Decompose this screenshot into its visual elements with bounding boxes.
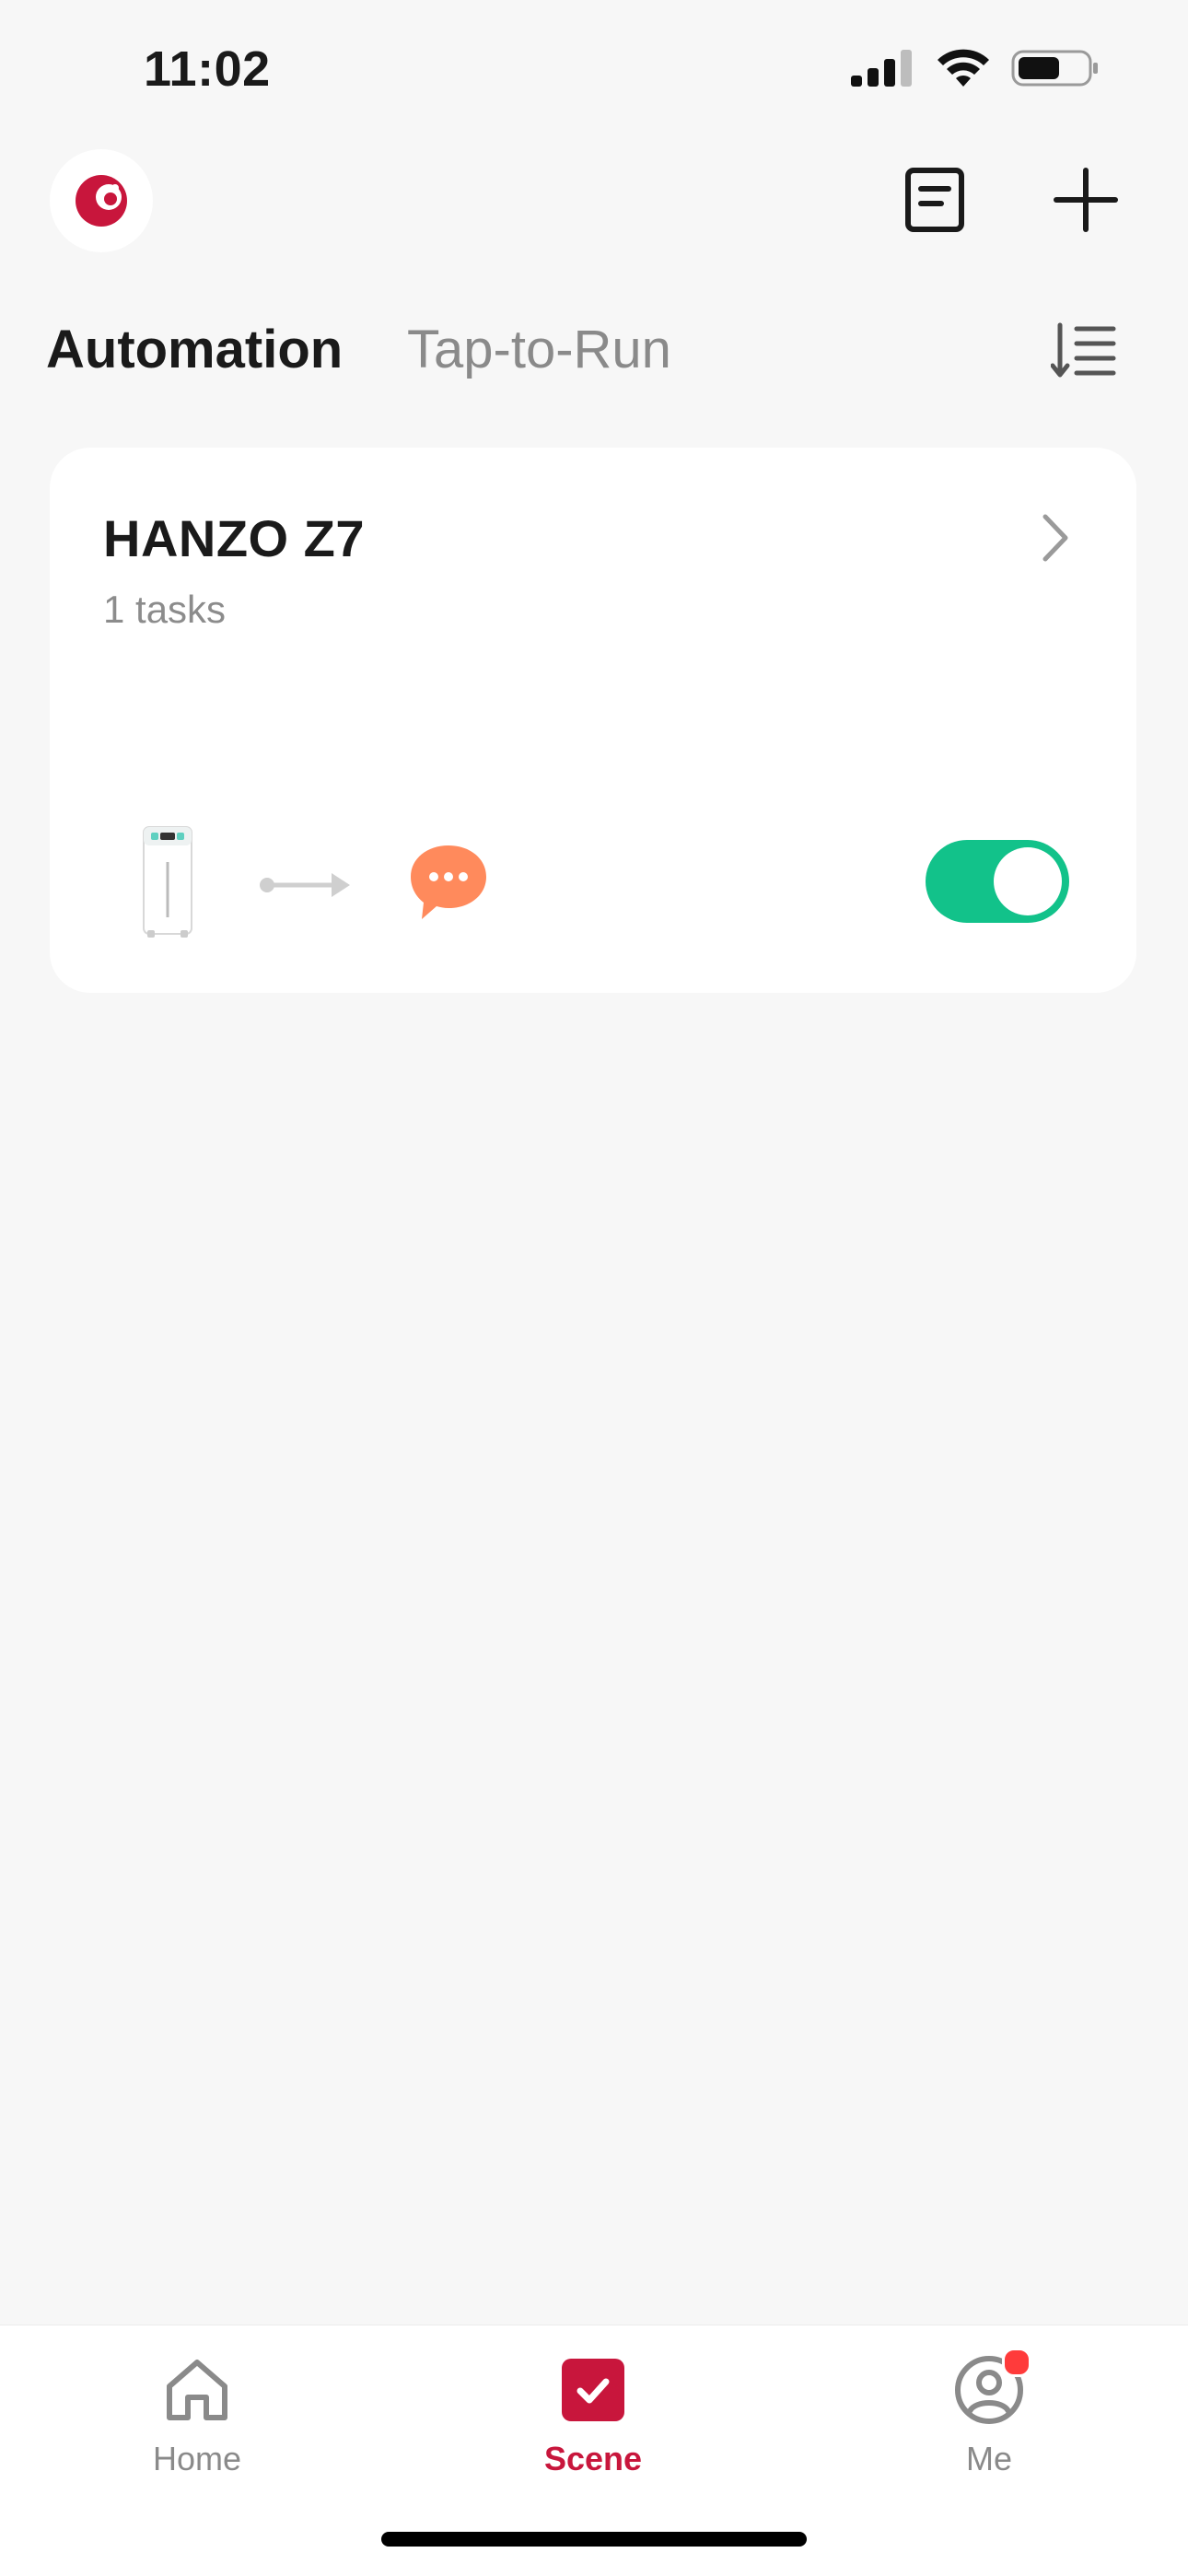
automation-name: HANZO Z7 [103,509,365,567]
tab-tap-to-run[interactable]: Tap-to-Run [407,319,671,380]
status-icons [851,48,1100,93]
automation-card[interactable]: HANZO Z7 1 tasks [50,448,1136,993]
log-document-icon[interactable] [893,158,976,241]
tab-automation[interactable]: Automation [46,319,343,380]
automation-task-count: 1 tasks [103,588,227,631]
nav-home[interactable]: Home [87,2351,308,2478]
scene-check-icon [554,2351,632,2429]
add-button[interactable] [1044,158,1127,241]
battery-icon [1011,48,1100,93]
nav-me[interactable]: Me [879,2348,1100,2478]
profile-icon [950,2348,1031,2429]
brand-logo-icon[interactable] [50,149,153,252]
toggle-knob [994,847,1062,915]
status-time: 11:02 [144,41,271,97]
nav-me-label: Me [965,2440,1012,2477]
nav-scene-label: Scene [543,2440,643,2477]
sort-icon [1051,322,1116,378]
home-indicator [381,2532,807,2547]
plus-icon [1054,168,1118,232]
air-purifier-device-icon [138,825,197,939]
message-notification-icon [405,838,492,925]
signal-icon [851,50,915,91]
nav-scene[interactable]: Scene [483,2351,704,2478]
chevron-right-icon[interactable] [1028,505,1083,571]
nav-home-label: Home [152,2440,242,2477]
home-icon [158,2351,236,2429]
arrow-right-icon [258,862,354,908]
sort-button[interactable] [1042,309,1125,392]
automation-enable-toggle[interactable] [926,840,1069,923]
wifi-icon [936,48,991,93]
notification-badge [1002,2348,1031,2377]
